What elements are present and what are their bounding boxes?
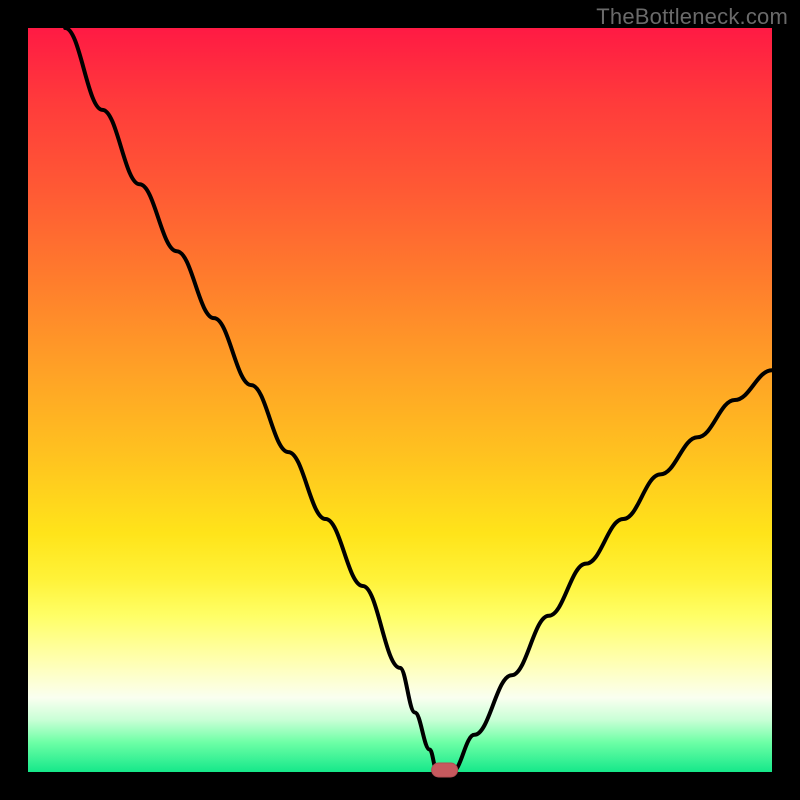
watermark-text: TheBottleneck.com xyxy=(596,4,788,30)
chart-frame: TheBottleneck.com xyxy=(0,0,800,800)
plot-area xyxy=(28,28,772,772)
chart-svg xyxy=(28,28,772,772)
bottleneck-curve xyxy=(65,28,772,772)
optimum-marker xyxy=(432,763,458,777)
